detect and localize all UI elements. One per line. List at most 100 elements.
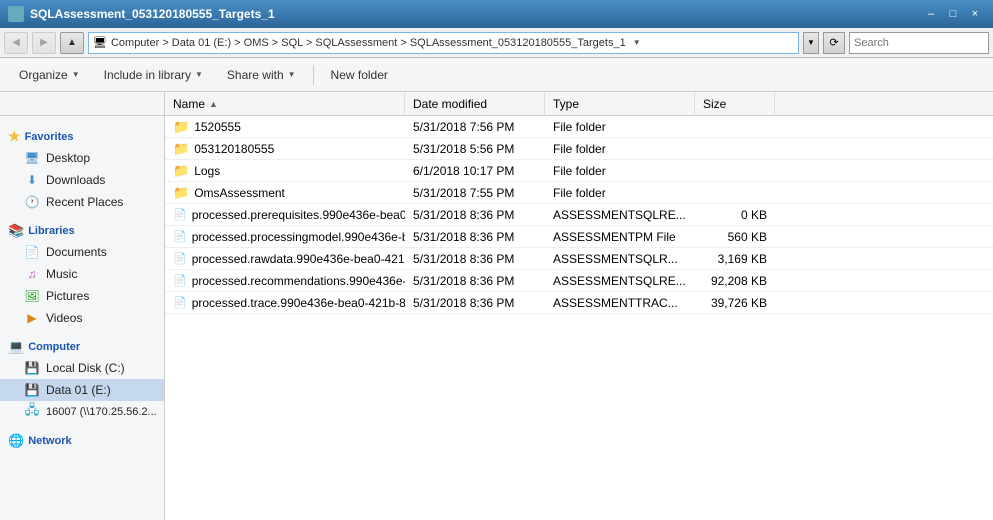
desktop-icon: 🖥 (24, 150, 40, 166)
sort-arrow-icon: ▲ (209, 99, 218, 109)
search-box[interactable]: 🔍 (849, 32, 989, 54)
sidebar-item-pictures[interactable]: 🖼 Pictures (0, 285, 164, 307)
share-with-label: Share with (227, 68, 284, 82)
table-row[interactable]: 📄 processed.trace.990e436e-bea0-421b-845… (165, 292, 993, 314)
sidebar: ★ Favorites 🖥 Desktop ⬇ Downloads 🕐 Rece… (0, 116, 165, 520)
col-headers-row: Name ▲ Date modified Type Size (165, 92, 993, 116)
organize-dropdown-icon: ▼ (72, 70, 80, 79)
file-name-cell: 📁 1520555 (165, 119, 405, 135)
maximize-button[interactable]: □ (943, 5, 963, 23)
file-date: 5/31/2018 7:55 PM (413, 186, 514, 200)
content-area: ★ Favorites 🖥 Desktop ⬇ Downloads 🕐 Rece… (0, 116, 993, 520)
new-folder-label: New folder (331, 68, 388, 82)
file-name: 053120180555 (194, 142, 274, 156)
table-row[interactable]: 📁 1520555 5/31/2018 7:56 PM File folder (165, 116, 993, 138)
toolbar-separator (313, 65, 314, 85)
title-bar: SQLAssessment_053120180555_Targets_1 – □… (0, 0, 993, 28)
file-date: 5/31/2018 8:36 PM (413, 230, 514, 244)
up-button[interactable]: ▲ (60, 32, 84, 54)
col-header-size[interactable]: Size (695, 92, 775, 116)
file-date-cell: 5/31/2018 7:55 PM (405, 186, 545, 200)
file-name: processed.prerequisites.990e436e-bea0-42… (192, 208, 405, 222)
folder-icon: 📁 (173, 141, 189, 157)
file-date: 5/31/2018 8:36 PM (413, 252, 514, 266)
address-dropdown-arrow[interactable]: ▼ (630, 33, 644, 53)
sidebar-section-libraries[interactable]: 📚 Libraries (0, 219, 164, 241)
file-type-cell: ASSESSMENTSQLRE... (545, 208, 695, 222)
include-library-dropdown-icon: ▼ (195, 70, 203, 79)
file-icon: 📄 (173, 274, 187, 287)
close-button[interactable]: × (965, 5, 985, 23)
pictures-icon: 🖼 (24, 288, 40, 304)
documents-icon: 📄 (24, 244, 40, 260)
file-date-cell: 5/31/2018 7:56 PM (405, 120, 545, 134)
col-header-date[interactable]: Date modified (405, 92, 545, 116)
back-button[interactable]: ◀ (4, 32, 28, 54)
file-type-cell: File folder (545, 186, 695, 200)
table-row[interactable]: 📄 processed.rawdata.990e436e-bea0-421b-8… (165, 248, 993, 270)
table-row[interactable]: 📁 Logs 6/1/2018 10:17 PM File folder (165, 160, 993, 182)
sidebar-item-music[interactable]: ♫ Music (0, 263, 164, 285)
table-row[interactable]: 📄 processed.processingmodel.990e436e-bea… (165, 226, 993, 248)
file-size-cell: 39,726 KB (695, 296, 775, 310)
address-arrow-btn[interactable]: ▼ (803, 32, 819, 54)
file-size: 92,208 KB (711, 274, 767, 288)
file-name: processed.trace.990e436e-bea0-421b-845c.… (192, 296, 405, 310)
file-type: ASSESSMENTTRAC... (553, 296, 678, 310)
sidebar-item-data-drive[interactable]: 💾 Data 01 (E:) (0, 379, 164, 401)
search-input[interactable] (854, 37, 993, 49)
sidebar-item-network-drive[interactable]: 🖧 16007 (\\170.25.56.2... (0, 401, 164, 423)
new-folder-button[interactable]: New folder (320, 61, 399, 89)
folder-icon: 📁 (173, 163, 189, 179)
share-with-button[interactable]: Share with ▼ (216, 61, 307, 89)
table-row[interactable]: 📁 053120180555 5/31/2018 5:56 PM File fo… (165, 138, 993, 160)
library-icon: 📚 (8, 223, 24, 239)
sidebar-section-favorites[interactable]: ★ Favorites (0, 124, 164, 147)
file-name-cell: 📄 processed.processingmodel.990e436e-bea… (165, 230, 405, 244)
table-row[interactable]: 📄 processed.recommendations.990e436e-bea… (165, 270, 993, 292)
file-name-cell: 📄 processed.rawdata.990e436e-bea0-421b-8… (165, 252, 405, 266)
forward-button[interactable]: ▶ (32, 32, 56, 54)
file-type: File folder (553, 186, 606, 200)
file-name-cell: 📄 processed.prerequisites.990e436e-bea0-… (165, 208, 405, 222)
sidebar-section-computer[interactable]: 💻 Computer (0, 335, 164, 357)
computer-icon: 🖥 (93, 36, 107, 49)
file-date-cell: 6/1/2018 10:17 PM (405, 164, 545, 178)
table-row[interactable]: 📄 processed.prerequisites.990e436e-bea0-… (165, 204, 993, 226)
include-library-button[interactable]: Include in library ▼ (93, 61, 214, 89)
local-disk-icon: 💾 (24, 360, 40, 376)
share-with-dropdown-icon: ▼ (288, 70, 296, 79)
col-header-type[interactable]: Type (545, 92, 695, 116)
sidebar-item-local-disk[interactable]: 💾 Local Disk (C:) (0, 357, 164, 379)
organize-button[interactable]: Organize ▼ (8, 61, 91, 89)
file-icon: 📄 (173, 296, 187, 309)
table-row[interactable]: 📁 OmsAssessment 5/31/2018 7:55 PM File f… (165, 182, 993, 204)
star-icon: ★ (8, 128, 21, 145)
sidebar-item-recent-places[interactable]: 🕐 Recent Places (0, 191, 164, 213)
col-header-name[interactable]: Name ▲ (165, 92, 405, 116)
file-name: Logs (194, 164, 220, 178)
file-date: 5/31/2018 8:36 PM (413, 296, 514, 310)
sidebar-item-videos[interactable]: ▶ Videos (0, 307, 164, 329)
sidebar-section-network[interactable]: 🌐 Network (0, 429, 164, 451)
folder-icon: 📁 (173, 185, 189, 201)
minimize-button[interactable]: – (921, 5, 941, 23)
sidebar-item-downloads[interactable]: ⬇ Downloads (0, 169, 164, 191)
sidebar-item-desktop[interactable]: 🖥 Desktop (0, 147, 164, 169)
address-field[interactable]: 🖥 Computer > Data 01 (E:) > OMS > SQL > … (88, 32, 799, 54)
file-name: OmsAssessment (194, 186, 285, 200)
file-type: ASSESSMENTSQLRE... (553, 208, 686, 222)
computer-sidebar-icon: 💻 (8, 339, 24, 355)
address-bar: ◀ ▶ ▲ 🖥 Computer > Data 01 (E:) > OMS > … (0, 28, 993, 58)
recent-places-icon: 🕐 (24, 194, 40, 210)
file-name-cell: 📁 OmsAssessment (165, 185, 405, 201)
refresh-button[interactable]: ⟳ (823, 32, 845, 54)
file-date-cell: 5/31/2018 8:36 PM (405, 252, 545, 266)
file-size: 560 KB (728, 230, 767, 244)
file-size-cell: 560 KB (695, 230, 775, 244)
folder-icon: 📁 (173, 119, 189, 135)
file-icon: 📄 (173, 252, 187, 265)
file-size: 3,169 KB (718, 252, 767, 266)
sidebar-item-documents[interactable]: 📄 Documents (0, 241, 164, 263)
file-type: ASSESSMENTSQLRE... (553, 274, 686, 288)
